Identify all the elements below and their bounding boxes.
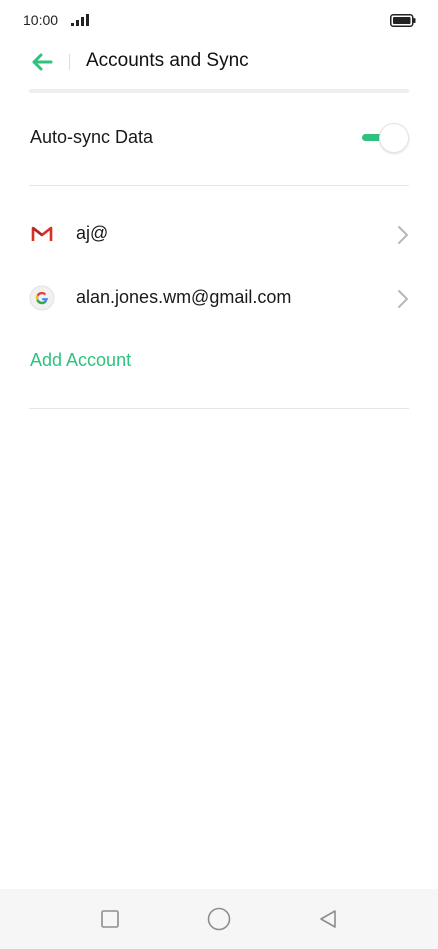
recents-button[interactable] xyxy=(96,905,124,933)
account-row-google[interactable]: alan.jones.wm@gmail.com xyxy=(0,271,438,327)
auto-sync-toggle[interactable] xyxy=(360,122,410,154)
nav-back-button[interactable] xyxy=(314,905,342,933)
section-divider xyxy=(29,408,409,409)
auto-sync-label: Auto-sync Data xyxy=(30,127,154,147)
account-label: aj@ xyxy=(76,223,109,243)
account-label: alan.jones.wm@gmail.com xyxy=(76,287,292,307)
header-divider xyxy=(69,54,70,70)
chevron-right-icon xyxy=(398,226,408,244)
add-account-button[interactable]: Add Account xyxy=(30,350,131,371)
page-title: Accounts and Sync xyxy=(86,50,249,71)
battery-icon xyxy=(390,14,416,27)
auto-sync-row[interactable]: Auto-sync Data xyxy=(0,110,438,166)
navigation-bar xyxy=(0,889,438,949)
google-icon xyxy=(29,285,55,311)
account-row-gmail[interactable]: aj@ xyxy=(0,207,438,263)
gmail-icon xyxy=(29,221,55,247)
status-bar: 10:00 xyxy=(0,0,438,42)
back-button[interactable] xyxy=(28,50,56,74)
header-shadow xyxy=(29,89,409,93)
signal-bars-icon xyxy=(71,14,89,26)
circle-icon xyxy=(207,907,231,931)
chevron-right-icon xyxy=(398,290,408,308)
home-button[interactable] xyxy=(205,905,233,933)
section-divider xyxy=(29,185,409,186)
triangle-back-icon xyxy=(320,910,336,928)
app-header: Accounts and Sync xyxy=(0,42,438,90)
status-time: 10:00 xyxy=(23,12,59,28)
arrow-left-icon xyxy=(32,53,53,71)
toggle-knob xyxy=(379,123,409,153)
square-icon xyxy=(101,910,119,928)
